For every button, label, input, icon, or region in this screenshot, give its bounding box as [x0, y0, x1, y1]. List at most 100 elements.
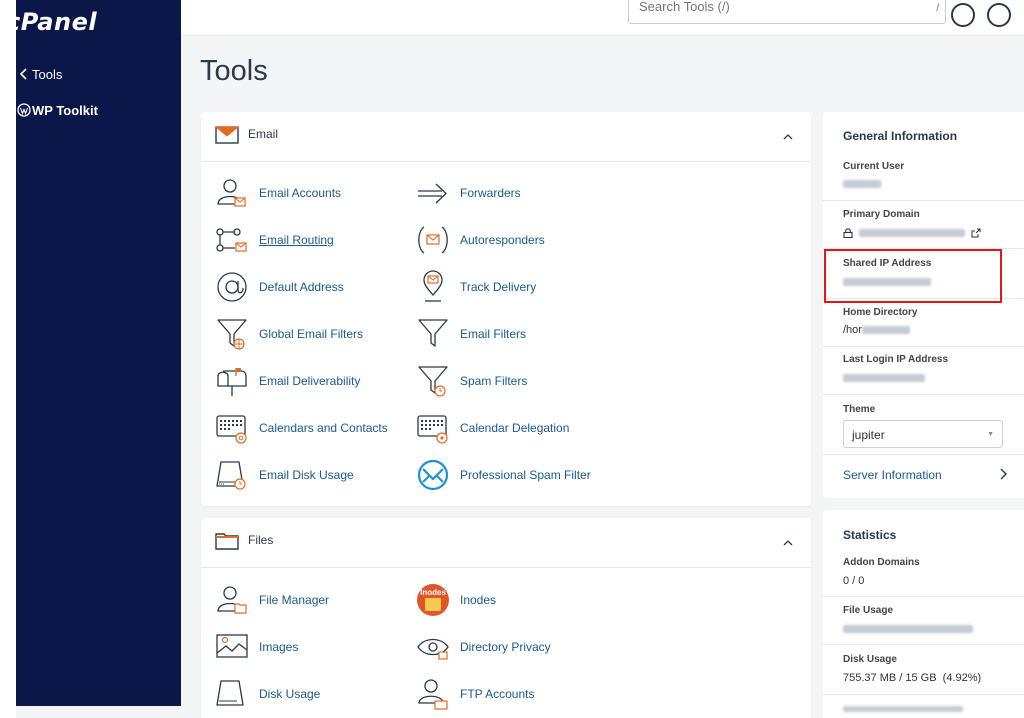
- files-section: Files File Manager Images Disk Usage Ino…: [201, 518, 811, 718]
- tool-email-routing[interactable]: Email Routing: [215, 223, 334, 257]
- tool-label: Autoresponders: [460, 233, 545, 247]
- disk-usage-label: Disk Usage: [843, 654, 897, 665]
- current-user-label: Current User: [843, 161, 905, 172]
- last-login-ip-label: Last Login IP Address: [843, 354, 949, 365]
- tool-label: Email Routing: [259, 233, 334, 247]
- statistics-panel: Statistics Addon Domains 0 / 0 File Usag…: [823, 510, 1024, 718]
- tool-email-deliverability[interactable]: Email Deliverability: [215, 364, 360, 398]
- disk-usage-icon: [215, 458, 249, 492]
- statistics-title: Statistics: [843, 528, 897, 542]
- tool-label: Default Address: [259, 280, 344, 294]
- file-usage-value: [843, 623, 973, 635]
- caret-down-icon: ▼: [987, 431, 994, 438]
- tool-spam-filters[interactable]: Spam Filters: [416, 364, 527, 398]
- external-link-icon[interactable]: [971, 228, 981, 238]
- divider: [823, 596, 1024, 597]
- tool-label: FTP Accounts: [460, 687, 535, 701]
- tool-calendars-and-contacts[interactable]: Calendars and Contacts: [215, 411, 388, 445]
- tool-label: Email Accounts: [259, 186, 342, 200]
- help-button[interactable]: [951, 3, 975, 27]
- tool-email-accounts[interactable]: Email Accounts: [215, 176, 341, 210]
- home-directory-label: Home Directory: [843, 307, 918, 318]
- current-user-value: [843, 178, 881, 190]
- file-manager-icon: [215, 583, 249, 617]
- calendar-at-icon: [215, 411, 249, 445]
- envelope-circle-icon: [416, 458, 450, 492]
- folder-icon: [215, 532, 239, 550]
- tool-professional-spam-filter[interactable]: Professional Spam Filter: [416, 458, 591, 492]
- disk-usage-icon: [215, 677, 249, 711]
- theme-select[interactable]: jupiter ▼: [843, 420, 1003, 448]
- general-information-title: General Information: [843, 129, 958, 143]
- sidebar-item-wp-toolkit[interactable]: WP Toolkit: [16, 98, 98, 122]
- sidebar-item-tools[interactable]: Tools: [16, 62, 62, 86]
- tool-label: Inodes: [460, 593, 497, 607]
- shared-ip-highlight-box: [824, 249, 1002, 303]
- tool-label: Global Email Filters: [259, 327, 364, 341]
- divider: [823, 694, 1024, 695]
- chevron-up-icon[interactable]: [783, 535, 793, 546]
- tool-label: Disk Usage: [259, 687, 321, 701]
- chevron-up-icon[interactable]: [783, 129, 793, 140]
- wordpress-icon: [16, 103, 32, 117]
- files-section-header[interactable]: Files: [201, 518, 811, 568]
- global-filter-icon: [215, 317, 249, 351]
- primary-domain-value[interactable]: [843, 227, 981, 239]
- page-title: Tools: [200, 55, 268, 87]
- tool-images[interactable]: Images: [215, 630, 298, 664]
- top-bar: /: [181, 0, 1024, 36]
- autoresponder-icon: [416, 223, 450, 257]
- divider: [823, 346, 1024, 347]
- tool-directory-privacy[interactable]: Directory Privacy: [416, 630, 551, 664]
- window-edge: [0, 0, 16, 718]
- tool-inodes[interactable]: Inodes Inodes: [416, 583, 496, 617]
- envelope-icon: [214, 126, 240, 144]
- svg-text:Inodes: Inodes: [420, 588, 446, 597]
- chevron-right-icon[interactable]: [998, 467, 1008, 481]
- home-directory-value: /hor: [843, 324, 910, 336]
- server-information-link[interactable]: Server Information: [843, 468, 942, 482]
- at-sign-icon: [215, 270, 249, 304]
- email-section-header[interactable]: Email: [201, 112, 811, 162]
- tool-label: Directory Privacy: [460, 640, 551, 654]
- tool-disk-usage[interactable]: Disk Usage: [215, 677, 320, 711]
- tool-label: Email Filters: [460, 327, 527, 341]
- search-input[interactable]: [639, 0, 919, 23]
- addon-domains-label: Addon Domains: [843, 557, 920, 568]
- tool-email-disk-usage[interactable]: Email Disk Usage: [215, 458, 354, 492]
- tool-label: Calendar Delegation: [460, 421, 570, 435]
- sidebar: cPanel Tools WP Toolkit: [6, 0, 181, 706]
- tool-label: Spam Filters: [460, 374, 528, 388]
- tool-global-email-filters[interactable]: Global Email Filters: [215, 317, 363, 351]
- email-accounts-icon: [215, 176, 249, 210]
- tool-label: Track Delivery: [460, 280, 537, 294]
- search-box[interactable]: /: [628, 0, 946, 24]
- images-icon: [215, 630, 249, 664]
- file-usage-label: File Usage: [843, 605, 894, 616]
- divider: [823, 394, 1024, 395]
- tool-forwarders[interactable]: Forwarders: [416, 176, 521, 210]
- tool-label: Professional Spam Filter: [460, 468, 591, 482]
- calendar-delegation-icon: [416, 411, 450, 445]
- sidebar-item-label: WP Toolkit: [32, 102, 98, 118]
- divider: [823, 644, 1024, 645]
- tool-label: Email Disk Usage: [259, 468, 354, 482]
- tool-autoresponders[interactable]: Autoresponders: [416, 223, 545, 257]
- divider: [823, 200, 1024, 201]
- tool-email-filters[interactable]: Email Filters: [416, 317, 526, 351]
- cpanel-logo: cPanel: [6, 8, 98, 36]
- forward-arrow-icon: [416, 176, 450, 210]
- eye-icon: [416, 630, 450, 664]
- tool-ftp-accounts[interactable]: FTP Accounts: [416, 677, 534, 711]
- sidebar-item-label: Tools: [32, 66, 63, 82]
- email-section: Email Email Accounts Email Routing Defau…: [201, 112, 811, 506]
- divider: [823, 454, 1024, 455]
- tool-default-address[interactable]: Default Address: [215, 270, 344, 304]
- tool-label: Calendars and Contacts: [259, 421, 388, 435]
- tool-track-delivery[interactable]: Track Delivery: [416, 270, 536, 304]
- tool-calendar-delegation[interactable]: Calendar Delegation: [416, 411, 569, 445]
- general-information-panel: General Information Current User Primary…: [823, 112, 1024, 498]
- user-menu-button[interactable]: [987, 3, 1011, 27]
- tool-file-manager[interactable]: File Manager: [215, 583, 329, 617]
- email-routing-icon: [215, 223, 249, 257]
